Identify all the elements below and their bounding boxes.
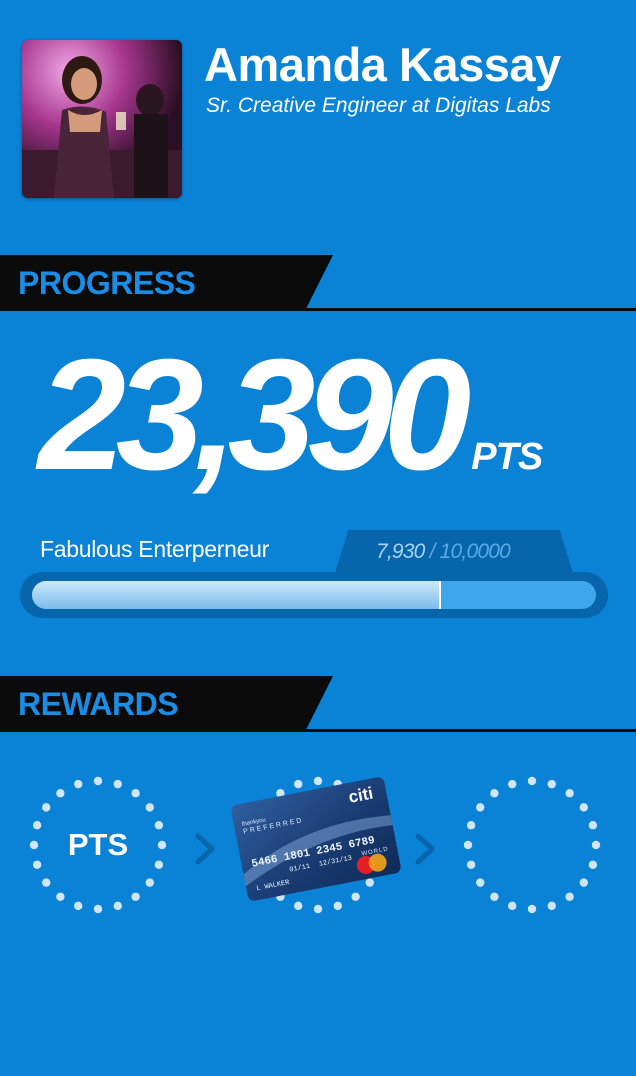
ring-dot xyxy=(466,821,476,830)
points-unit: PTS xyxy=(471,436,543,478)
ring-dot xyxy=(490,892,499,901)
reward-points[interactable]: PTS xyxy=(28,775,168,915)
ring-dot xyxy=(490,789,499,798)
profile-avatar xyxy=(22,40,182,198)
ring-dot xyxy=(547,779,556,789)
ring-dot xyxy=(476,803,485,812)
ring-dot xyxy=(565,892,574,901)
reward-points-label: PTS xyxy=(67,827,129,862)
progress-section-header: PROGRESS xyxy=(0,255,636,311)
ring-dot xyxy=(463,840,473,850)
ring-dot xyxy=(527,904,537,914)
progress-current: 7,930 xyxy=(376,540,425,563)
ring-dot xyxy=(294,901,303,911)
level-name: Fabulous Enterperneur xyxy=(40,536,269,562)
ring-dot xyxy=(588,860,598,869)
ring-dot xyxy=(365,878,374,887)
ring-dot xyxy=(579,803,588,812)
ring-dot xyxy=(351,892,360,901)
ring-dot xyxy=(313,904,323,914)
empty-ring-icon xyxy=(463,776,601,914)
rewards-section-header: REWARDS xyxy=(0,676,636,732)
chevron-right-icon xyxy=(195,833,215,865)
ring-dot xyxy=(508,901,517,911)
progress-bar-fill xyxy=(32,581,441,609)
progress-section-label: PROGRESS xyxy=(18,265,196,301)
ring-dot xyxy=(565,789,574,798)
progress-target: 10,0000 xyxy=(439,540,511,563)
progress-count: 7,930 / 10,0000 xyxy=(376,540,511,564)
profile-title: Sr. Creative Engineer at Digitas Labs xyxy=(206,94,551,117)
ring-dot xyxy=(527,776,537,786)
progress-separator: / xyxy=(424,540,440,563)
ring-dot xyxy=(476,878,485,887)
chevron-right-icon xyxy=(415,833,435,865)
progress-bar-track xyxy=(32,581,596,609)
ring-dot xyxy=(333,901,342,911)
ring-dot xyxy=(294,779,303,789)
points-value: 23,390 xyxy=(38,327,471,503)
profile-name: Amanda Kassay xyxy=(204,38,561,91)
ring-dot xyxy=(579,878,588,887)
ring-dot xyxy=(466,860,476,869)
ring-dot xyxy=(588,821,598,830)
avatar-photo xyxy=(22,40,182,198)
ring-dot xyxy=(313,776,323,786)
points-display: 23,390 PTS xyxy=(38,327,543,503)
rewards-section-label: REWARDS xyxy=(18,686,179,722)
ring-dot xyxy=(508,779,517,789)
reward-empty[interactable] xyxy=(462,775,602,915)
ring-dot xyxy=(547,901,556,911)
progress-bar xyxy=(20,572,608,618)
ring-dot xyxy=(591,840,601,850)
